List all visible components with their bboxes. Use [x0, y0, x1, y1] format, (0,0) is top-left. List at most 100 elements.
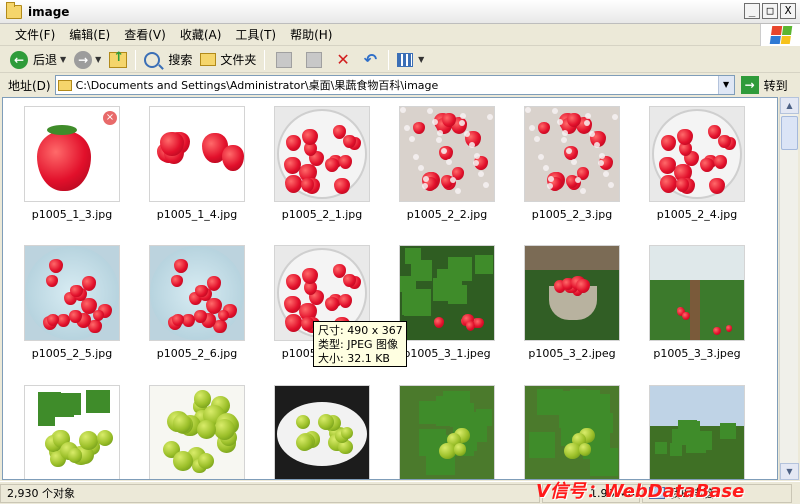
file-thumbnail[interactable]: p1005_1_4.jpg	[138, 106, 256, 221]
file-name-label[interactable]: p1005_1_3.jpg	[13, 208, 131, 221]
file-thumbnail[interactable]	[263, 385, 381, 479]
go-arrow-icon: →	[740, 76, 759, 94]
file-thumbnail-view[interactable]: × p1005_1_3.jpg p1005_1_4.jpg p1005_2_1.jpg…	[2, 97, 778, 480]
file-thumbnail[interactable]: p1005_3_3.jpeg	[638, 245, 756, 360]
thumbnail-image[interactable]: ×	[24, 106, 120, 202]
thumbnail-image[interactable]	[24, 385, 120, 479]
thumbnail-image[interactable]	[649, 385, 745, 479]
file-thumbnail[interactable]: p1005_2_2.jpg	[388, 106, 506, 221]
windows-logo	[760, 24, 800, 46]
copy-to-icon	[306, 51, 323, 68]
file-name-label[interactable]: p1005_2_1.jpg	[263, 208, 381, 221]
thumbnail-image[interactable]	[274, 106, 370, 202]
file-name-label[interactable]: p1005_2_3.jpg	[513, 208, 631, 221]
windows-flag-icon	[769, 26, 792, 44]
thumbnail-image[interactable]	[149, 245, 245, 341]
forward-button[interactable]: → ▼	[70, 49, 105, 71]
thumbnail-image[interactable]	[399, 385, 495, 479]
views-dropdown-icon[interactable]: ▼	[418, 55, 424, 64]
back-arrow-icon: ←	[10, 50, 28, 69]
file-thumbnail[interactable]	[638, 385, 756, 479]
forward-arrow-icon: →	[74, 50, 93, 69]
copy-to-button[interactable]	[299, 49, 329, 71]
menu-view[interactable]: 查看(V)	[117, 26, 173, 43]
file-thumbnail[interactable]: p1005_2_4.jpg	[638, 106, 756, 221]
file-thumbnail[interactable]: p1005_2_3.jpg	[513, 106, 631, 221]
thumbnail-image[interactable]	[399, 245, 495, 341]
tooltip-size: 大小: 32.1 KB	[318, 352, 390, 365]
file-name-label[interactable]: p1005_2_6.jpg	[138, 347, 256, 360]
views-icon	[397, 52, 414, 67]
menu-edit[interactable]: 编辑(E)	[62, 26, 117, 43]
address-dropdown-icon[interactable]: ▼	[717, 76, 734, 94]
thumbnail-image[interactable]	[24, 245, 120, 341]
file-name-label[interactable]: p1005_2_2.jpg	[388, 208, 506, 221]
file-thumbnail[interactable]	[513, 385, 631, 479]
menu-tools[interactable]: 工具(T)	[228, 26, 283, 43]
address-label: 地址(D)	[8, 78, 51, 93]
scroll-up-button[interactable]: ▲	[780, 97, 799, 114]
go-label: 转到	[763, 78, 788, 93]
toolbar: ← 后退 ▼ → ▼ 搜索 文件夹 ✕ ↶ ▼	[0, 47, 800, 73]
file-thumbnail[interactable]: p1005_2_1.jpg	[263, 106, 381, 221]
window-controls: _ □ X	[744, 3, 796, 19]
move-to-button[interactable]	[269, 49, 299, 71]
menu-bar: 文件(F) 编辑(E) 查看(V) 收藏(A) 工具(T) 帮助(H)	[0, 24, 800, 46]
minimize-button[interactable]: _	[744, 3, 760, 19]
menu-help[interactable]: 帮助(H)	[283, 26, 339, 43]
file-name-label[interactable]: p1005_2_4.jpg	[638, 208, 756, 221]
status-object-count: 2,930 个对象	[0, 483, 540, 503]
go-button[interactable]: → 转到	[740, 76, 788, 94]
forward-dropdown-icon[interactable]: ▼	[95, 55, 101, 64]
thumbnail-image[interactable]	[274, 385, 370, 479]
scroll-down-button[interactable]: ▼	[780, 463, 799, 480]
folders-label: 文件夹	[220, 53, 257, 67]
thumbnail-image[interactable]	[524, 245, 620, 341]
thumbnail-image[interactable]	[399, 106, 495, 202]
title-bar: image _ □ X	[0, 0, 800, 24]
close-button[interactable]: X	[780, 3, 796, 19]
file-name-label[interactable]: p1005_1_4.jpg	[138, 208, 256, 221]
address-input[interactable]: C:\Documents and Settings\Administrator\…	[54, 75, 735, 95]
file-thumbnail[interactable]: p1005_2_6.jpg	[138, 245, 256, 360]
toolbar-separator	[264, 49, 266, 70]
tooltip-dimensions: 尺寸: 490 x 367	[318, 324, 403, 337]
address-path[interactable]: C:\Documents and Settings\Administrator\…	[76, 77, 439, 93]
menu-favorites[interactable]: 收藏(A)	[173, 26, 229, 43]
toolbar-separator	[135, 49, 137, 70]
folder-icon	[6, 1, 22, 19]
undo-button[interactable]: ↶	[357, 49, 384, 71]
file-thumbnail[interactable]	[388, 385, 506, 479]
file-thumbnail[interactable]	[138, 385, 256, 479]
move-to-icon	[276, 51, 293, 68]
up-folder-button[interactable]	[105, 49, 131, 71]
toolbar-separator	[388, 49, 390, 70]
file-thumbnail[interactable]	[13, 385, 131, 479]
file-thumbnail[interactable]: p1005_3_2.jpeg	[513, 245, 631, 360]
delete-x-icon: ✕	[336, 50, 350, 69]
folders-button[interactable]: 文件夹	[196, 49, 260, 71]
delete-button[interactable]: ✕	[329, 49, 356, 71]
file-name-label[interactable]: p1005_3_3.jpeg	[638, 347, 756, 360]
vertical-scrollbar[interactable]: ▲ ▼	[779, 97, 799, 480]
file-name-label[interactable]: p1005_3_2.jpeg	[513, 347, 631, 360]
thumbnail-image[interactable]	[649, 245, 745, 341]
file-name-label[interactable]: p1005_2_5.jpg	[13, 347, 131, 360]
thumbnail-image[interactable]	[524, 385, 620, 479]
file-thumbnail[interactable]: p1005_2_5.jpg	[13, 245, 131, 360]
file-thumbnail[interactable]: × p1005_1_3.jpg	[13, 106, 131, 221]
tooltip-type: 类型: JPEG 图像	[318, 338, 399, 351]
thumbnail-image[interactable]	[524, 106, 620, 202]
thumbnail-image[interactable]	[649, 106, 745, 202]
back-dropdown-icon[interactable]: ▼	[60, 55, 66, 64]
back-button[interactable]: ← 后退 ▼	[6, 49, 70, 71]
thumbnail-image[interactable]	[149, 106, 245, 202]
search-button[interactable]: 搜索	[140, 49, 196, 71]
views-button[interactable]: ▼	[393, 49, 428, 71]
scroll-thumb[interactable]	[781, 116, 798, 150]
maximize-button[interactable]: □	[762, 3, 778, 19]
file-info-tooltip: 尺寸: 490 x 367 类型: JPEG 图像 大小: 32.1 KB	[313, 321, 407, 367]
menu-file[interactable]: 文件(F)	[8, 26, 62, 43]
thumbnail-image[interactable]	[149, 385, 245, 479]
up-folder-icon	[109, 50, 128, 68]
